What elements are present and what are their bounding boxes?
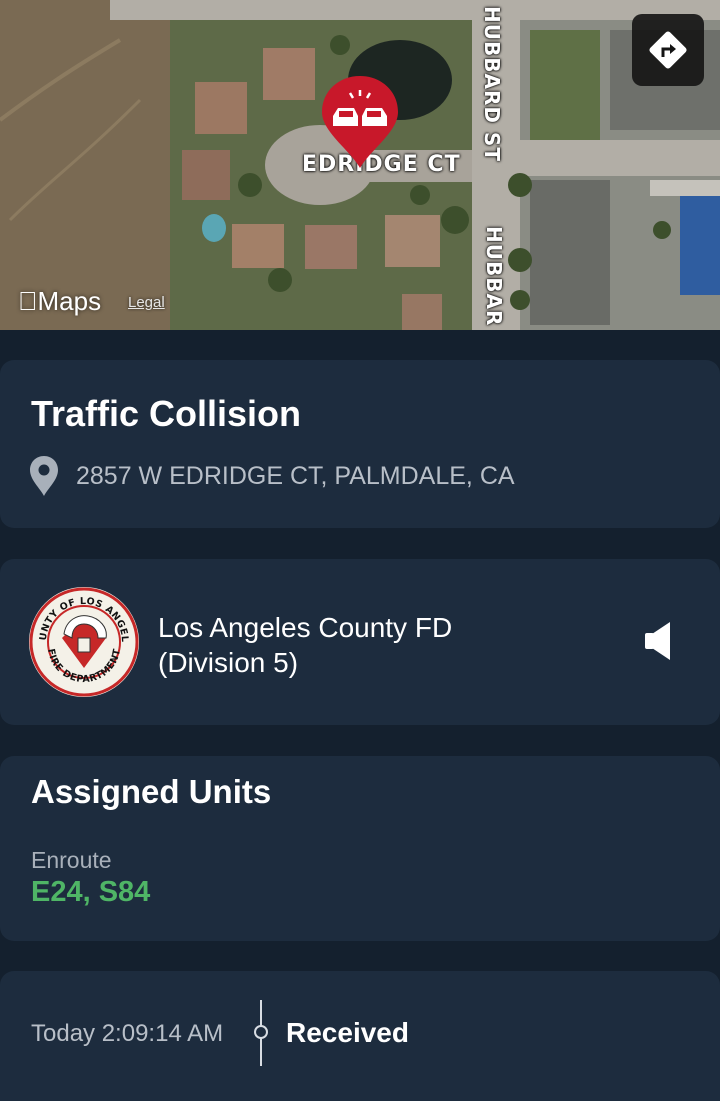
- agency-name: Los Angeles County FD (Division 5): [158, 610, 452, 680]
- apple-maps-logo: Maps: [18, 286, 101, 316]
- timeline-time: Today 2:09:14 AM: [31, 1020, 224, 1047]
- maps-legal-link[interactable]: Legal: [128, 294, 165, 311]
- agency-name-line1: Los Angeles County FD: [158, 612, 453, 643]
- directions-arrow-icon: [649, 31, 687, 69]
- units-list: E24, S84: [31, 876, 151, 908]
- agency-name-line2: (Division 5): [158, 647, 299, 678]
- apple-icon: : [18, 286, 38, 316]
- street-label-hubbard: HUBBARD ST: [480, 6, 504, 162]
- map-view[interactable]: EDRIDGE CT HUBBARD ST HUBBAR Maps Legal: [0, 0, 720, 330]
- collision-pin[interactable]: [320, 74, 400, 170]
- lacofd-seal-logo: COUNTY OF LOS ANGELES FIRE DEPARTMENT: [24, 578, 140, 703]
- location-pin-icon: [28, 454, 60, 503]
- car-collision-icon: [322, 76, 398, 168]
- speaker-icon: [645, 622, 670, 660]
- street-label-hubbard-lower: HUBBAR: [482, 226, 506, 327]
- incident-card: [0, 360, 720, 528]
- assigned-units-title: Assigned Units: [31, 773, 272, 810]
- incident-address[interactable]: 2857 W EDRIDGE CT, PALMDALE, CA: [76, 462, 515, 491]
- timeline-status: Received: [286, 1017, 409, 1048]
- incident-title: Traffic Collision: [31, 393, 302, 434]
- timeline-dot: [254, 1025, 268, 1039]
- directions-button[interactable]: [632, 14, 704, 86]
- units-status-label: Enroute: [31, 847, 112, 873]
- speaker-button[interactable]: [644, 620, 672, 667]
